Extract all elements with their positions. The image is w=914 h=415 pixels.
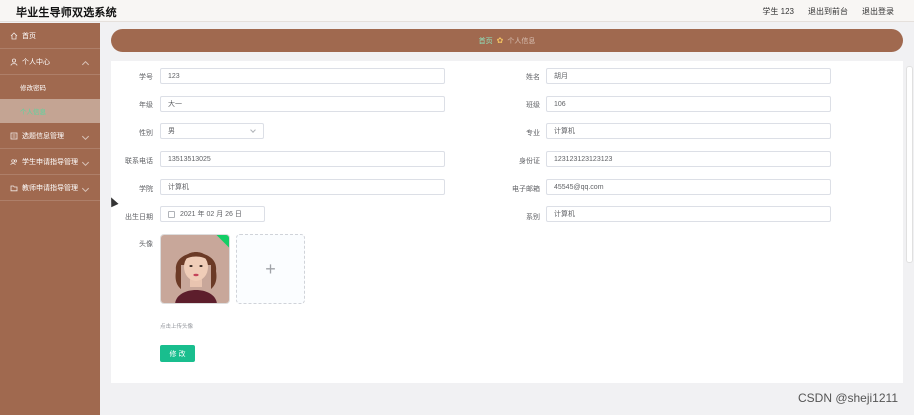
grade-input[interactable]: 大一 <box>160 96 445 112</box>
phone-label: 联系电话 <box>125 158 153 165</box>
name-label: 姓名 <box>526 74 540 81</box>
sidebar-item-topic-management[interactable]: 选题信息管理 <box>0 123 100 149</box>
user-icon <box>10 58 18 66</box>
star-separator-icon: ✿ <box>496 36 504 45</box>
breadcrumb-current: 个人信息 <box>507 37 536 45</box>
sidebar-item-personal-center[interactable]: 个人中心 <box>0 49 100 75</box>
sidebar-item-label: 首页 <box>22 32 36 40</box>
watermark: CSDN @sheji1211 <box>797 391 898 405</box>
class-input[interactable]: 106 <box>546 96 831 112</box>
chevron-down-icon <box>81 158 90 167</box>
sidebar-item-label: 选题信息管理 <box>22 132 64 140</box>
chevron-down-icon <box>250 127 256 133</box>
chevron-up-icon <box>81 60 90 69</box>
class-label: 班级 <box>526 102 540 109</box>
college-label: 学院 <box>139 186 153 193</box>
breadcrumb-home-link[interactable]: 首页 <box>479 36 493 46</box>
back-to-frontend-link[interactable]: 退出到前台 <box>808 6 848 17</box>
gender-label: 性别 <box>139 130 153 137</box>
chevron-down-icon <box>81 132 90 141</box>
sidebar-item-label: 学生申请指导管理 <box>22 158 78 166</box>
avatar-image[interactable] <box>160 234 230 304</box>
chevron-down-icon <box>81 184 90 193</box>
breadcrumb: 首页 ✿ 个人信息 <box>111 29 903 52</box>
top-header: 毕业生导师双选系统 学生 123 退出到前台 退出登录 <box>0 0 914 22</box>
college-input[interactable]: 计算机 <box>160 179 445 195</box>
home-icon <box>10 31 18 40</box>
gender-select[interactable]: 男 <box>160 123 264 139</box>
birth-date-picker[interactable]: 2021 年 02 月 26 日 <box>160 206 265 222</box>
idcard-input[interactable]: 123123123123123 <box>546 151 831 167</box>
people-icon <box>10 158 18 166</box>
sidebar-item-change-password[interactable]: 修改密码 <box>0 75 100 99</box>
avatar-portrait <box>161 235 229 303</box>
grade-label: 年级 <box>139 102 153 109</box>
birth-date-label: 出生日期 <box>125 214 153 221</box>
major-label: 专业 <box>526 130 540 137</box>
department-input[interactable]: 计算机 <box>546 206 831 222</box>
app-title: 毕业生导师双选系统 <box>16 7 117 19</box>
email-label: 电子邮箱 <box>512 186 540 193</box>
sidebar-item-student-apply-management[interactable]: 学生申请指导管理 <box>0 149 100 175</box>
idcard-label: 身份证 <box>519 158 540 165</box>
avatar-label: 头像 <box>139 241 153 248</box>
birth-date-value: 2021 年 02 月 26 日 <box>180 211 242 218</box>
folder-icon <box>10 184 18 192</box>
phone-input[interactable]: 13513513025 <box>160 151 445 167</box>
name-input[interactable]: 胡月 <box>546 68 831 84</box>
top-links: 学生 123 退出到前台 退出登录 <box>762 6 894 17</box>
gender-selected-value: 男 <box>168 128 175 135</box>
scrollbar[interactable] <box>906 66 913 263</box>
current-user: 学生 123 <box>762 7 794 16</box>
department-label: 系别 <box>526 214 540 221</box>
major-input[interactable]: 计算机 <box>546 123 831 139</box>
calendar-icon <box>168 210 175 218</box>
sidebar: 首页 个人中心 修改密码 个人信息 选题信息管理 学生申请指导管理 教师申请指导… <box>0 23 100 415</box>
student-id-label: 学号 <box>139 74 153 81</box>
list-icon <box>10 132 18 140</box>
plus-icon: + <box>265 258 276 279</box>
sidebar-item-personal-info[interactable]: 个人信息 <box>0 99 100 123</box>
sidebar-item-home[interactable]: 首页 <box>0 23 100 49</box>
upload-avatar-button[interactable]: + <box>236 234 305 304</box>
logout-link[interactable]: 退出登录 <box>862 6 894 17</box>
sidebar-item-teacher-apply-management[interactable]: 教师申请指导管理 <box>0 175 100 201</box>
upload-tip: 点击上传头像 <box>160 324 194 330</box>
submit-button[interactable]: 修 改 <box>160 345 195 362</box>
sidebar-item-label: 教师申请指导管理 <box>22 184 78 192</box>
email-input[interactable]: 45545@qq.com <box>546 179 831 195</box>
student-id-input[interactable]: 123 <box>160 68 445 84</box>
sidebar-item-label: 个人中心 <box>22 58 50 66</box>
